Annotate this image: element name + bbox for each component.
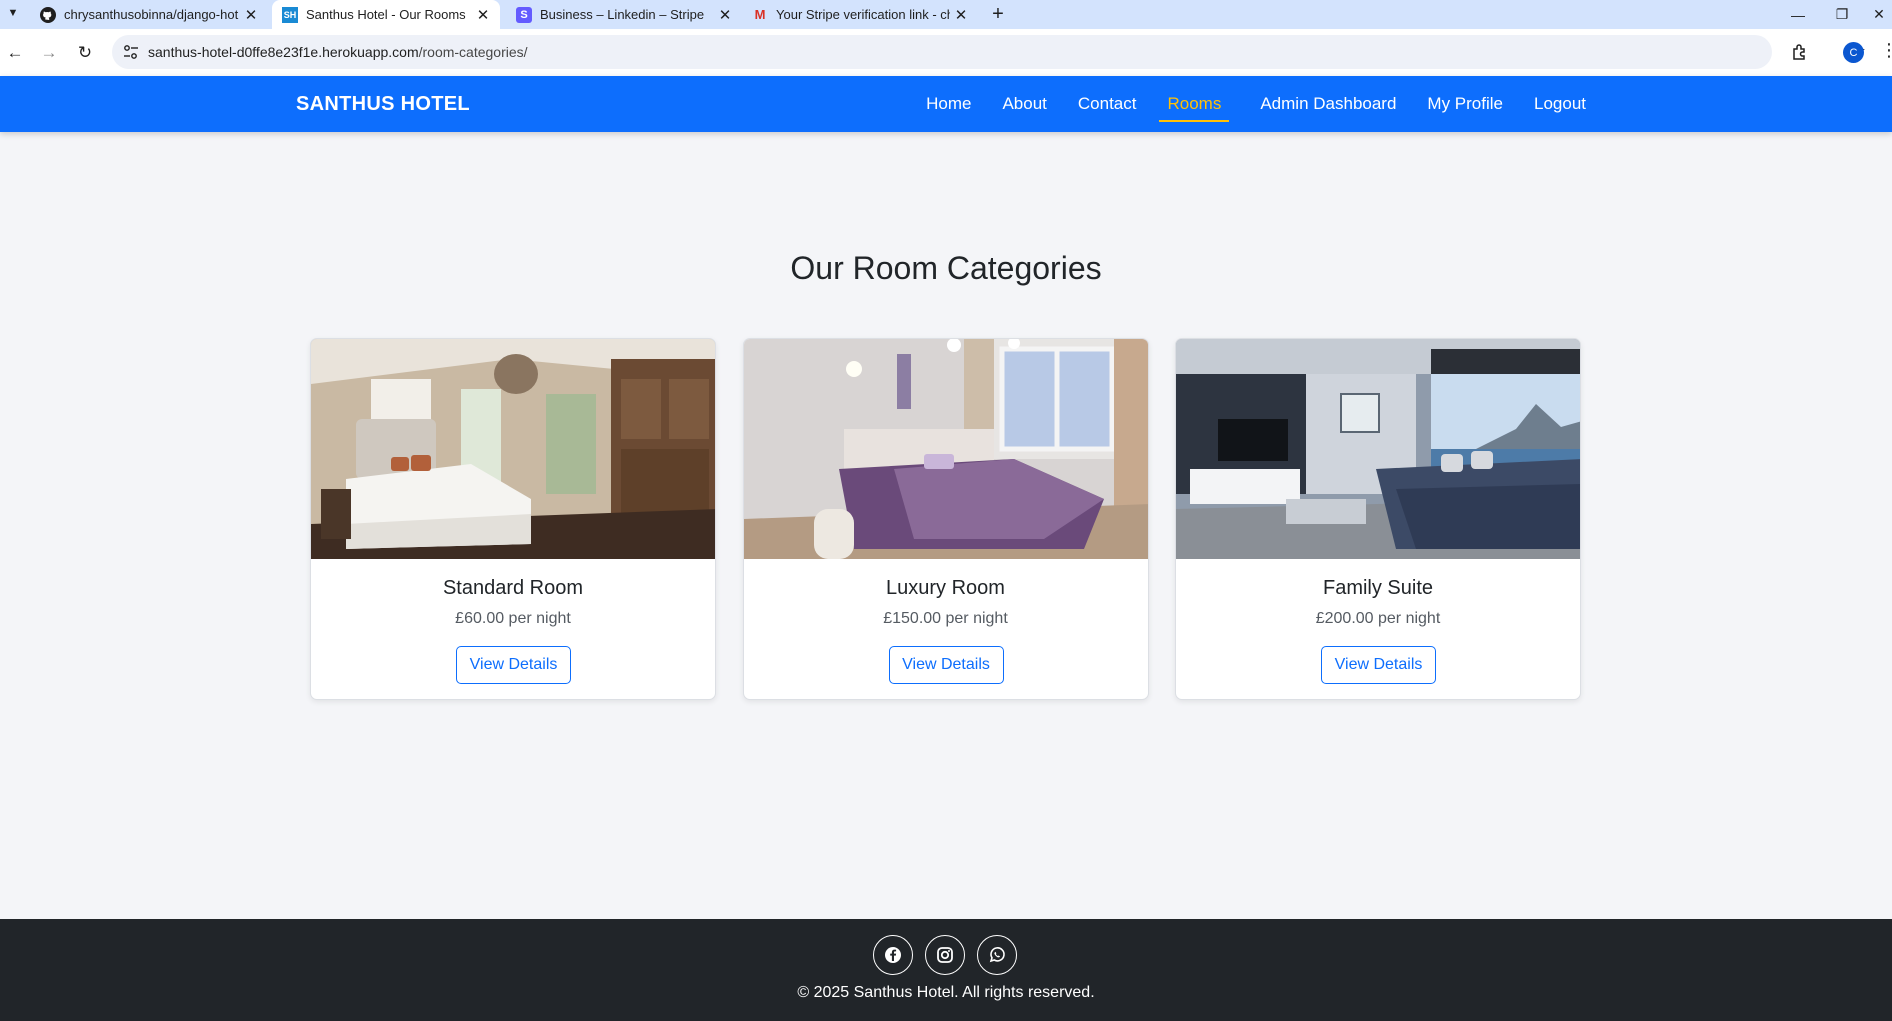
nav-link-my-profile[interactable]: My Profile xyxy=(1427,88,1503,120)
room-card-standard: Standard Room £60.00 per night View Deta… xyxy=(310,338,716,700)
room-image-standard xyxy=(311,339,715,559)
site-footer: © 2025 Santhus Hotel. All rights reserve… xyxy=(0,919,1892,1021)
view-details-button[interactable]: View Details xyxy=(888,646,1004,684)
room-price: £150.00 per night xyxy=(883,610,1008,627)
browser-toolbar: ← → ↻ santhus-hotel-d0ffe8e23f1e.herokua… xyxy=(0,29,1892,76)
github-icon xyxy=(40,6,56,23)
browser-tab-bar: ▼ chrysanthusobinna/django-hot ✕ SH Sant… xyxy=(0,0,1892,29)
tab-title: Business – Linkedin – Stripe xyxy=(540,7,705,22)
profile-avatar[interactable]: C xyxy=(1843,42,1864,63)
room-price: £60.00 per night xyxy=(455,610,571,627)
copyright-text: © 2025 Santhus Hotel. All rights reserve… xyxy=(797,984,1095,1001)
room-image-family xyxy=(1176,339,1580,559)
browser-tab-gmail[interactable]: M Your Stripe verification link - ch ✕ xyxy=(742,0,978,29)
sh-site-icon: SH xyxy=(282,6,298,23)
room-card-luxury: Luxury Room £150.00 per night View Detai… xyxy=(742,338,1149,700)
browser-tab-stripe[interactable]: S Business – Linkedin – Stripe ✕ xyxy=(506,0,742,29)
view-details-button[interactable]: View Details xyxy=(456,646,571,684)
restore-window-button[interactable]: ❐ xyxy=(1822,0,1862,29)
brand-logo[interactable]: SANTHUS HOTEL xyxy=(296,93,470,116)
room-cards: Standard Room £60.00 per night View Deta… xyxy=(310,338,1581,700)
room-name: Luxury Room xyxy=(886,577,1005,599)
room-name: Family Suite xyxy=(1322,577,1434,599)
stripe-icon: S xyxy=(516,6,532,23)
browser-tab-santhus[interactable]: SH Santhus Hotel - Our Rooms ✕ xyxy=(272,0,500,29)
close-icon[interactable]: ✕ xyxy=(950,6,972,24)
close-icon[interactable]: ✕ xyxy=(714,6,736,24)
room-card-family: Family Suite £200.00 per night View Deta… xyxy=(1175,338,1581,700)
browser-tab-github[interactable]: chrysanthusobinna/django-hot ✕ xyxy=(30,0,268,29)
view-details-button[interactable]: View Details xyxy=(1321,646,1436,684)
close-icon[interactable]: ✕ xyxy=(240,6,262,24)
new-tab-button[interactable]: + xyxy=(988,0,1008,29)
back-arrow-icon[interactable]: ← xyxy=(2,40,28,66)
tab-title: Your Stripe verification link - ch xyxy=(776,7,950,22)
browser-menu-icon[interactable]: ⋮ xyxy=(1880,41,1892,59)
nav-link-home[interactable]: Home xyxy=(926,88,971,120)
nav-links: Home About Contact Rooms Admin Dashboard… xyxy=(895,76,1586,132)
page-title: Our Room Categories xyxy=(790,250,1102,286)
extensions-puzzle-icon[interactable] xyxy=(1790,42,1810,62)
nav-link-contact[interactable]: Contact xyxy=(1078,88,1137,120)
whatsapp-icon[interactable] xyxy=(977,935,1017,975)
minimize-window-button[interactable]: — xyxy=(1778,0,1818,29)
close-window-button[interactable]: ✕ xyxy=(1866,0,1892,29)
nav-link-logout[interactable]: Logout xyxy=(1534,88,1586,120)
room-name: Standard Room xyxy=(442,577,584,599)
social-links xyxy=(873,935,1029,975)
room-price: £200.00 per night xyxy=(1315,610,1441,627)
instagram-icon[interactable] xyxy=(925,935,965,975)
nav-link-rooms[interactable]: Rooms xyxy=(1159,88,1230,122)
close-icon[interactable]: ✕ xyxy=(472,6,494,24)
gmail-icon: M xyxy=(754,6,766,22)
nav-link-admin-dashboard[interactable]: Admin Dashboard xyxy=(1260,88,1396,120)
url-text: santhus-hotel-d0ffe8e23f1e.herokuapp.com… xyxy=(148,44,528,60)
facebook-icon[interactable] xyxy=(873,935,913,975)
reload-icon[interactable]: ↻ xyxy=(72,40,98,66)
tab-title: chrysanthusobinna/django-hot xyxy=(64,7,239,22)
room-image-luxury xyxy=(743,339,1148,559)
site-settings-icon[interactable] xyxy=(122,43,140,61)
nav-link-about[interactable]: About xyxy=(1002,88,1046,120)
site-navbar: SANTHUS HOTEL Home About Contact Rooms A… xyxy=(0,76,1892,132)
forward-arrow-icon[interactable]: → xyxy=(36,40,62,66)
tab-search-chevron-icon[interactable]: ▼ xyxy=(2,2,24,24)
tab-title: Santhus Hotel - Our Rooms xyxy=(306,7,466,22)
address-bar[interactable]: santhus-hotel-d0ffe8e23f1e.herokuapp.com… xyxy=(112,35,1866,69)
